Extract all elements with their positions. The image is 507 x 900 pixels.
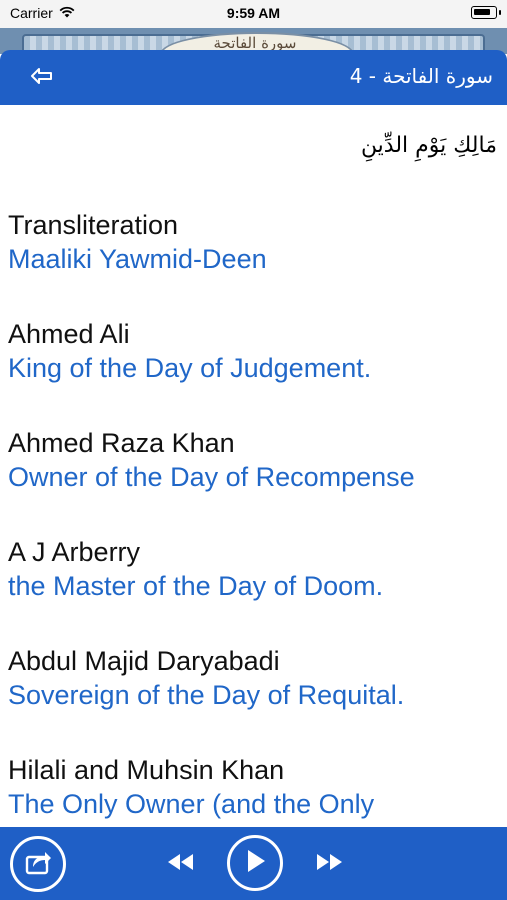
translation-text: Sovereign of the Day of Requital. xyxy=(8,680,405,710)
fast-forward-icon xyxy=(315,852,345,876)
translation-text: the Master of the Day of Doom. xyxy=(8,571,384,601)
translation-author: A J Arberry xyxy=(8,537,141,567)
translation-item: Transliteration Maaliki Yawmid-Deen xyxy=(8,209,503,318)
status-time: 9:59 AM xyxy=(226,5,281,21)
share-icon xyxy=(23,847,53,881)
nav-bar: سورة الفاتحة - 4 xyxy=(0,50,507,105)
translation-list: Transliteration Maaliki Yawmid-Deen Ahme… xyxy=(8,209,503,827)
translation-item: Ahmed Ali King of the Day of Judgement. xyxy=(8,318,503,427)
battery-fill xyxy=(474,9,490,15)
back-button[interactable] xyxy=(22,64,62,92)
translation-item: Hilali and Muhsin Khan The Only Owner (a… xyxy=(8,754,503,827)
translation-author: Hilali and Muhsin Khan xyxy=(8,755,285,785)
fast-forward-button[interactable] xyxy=(310,849,350,879)
translation-item: Abdul Majid Daryabadi Sovereign of the D… xyxy=(8,645,503,754)
translation-text: King of the Day of Judgement. xyxy=(8,353,372,383)
battery-icon xyxy=(471,6,501,19)
back-arrow-icon xyxy=(30,67,54,89)
translation-author: Transliteration xyxy=(8,210,179,240)
rewind-button[interactable] xyxy=(160,849,200,879)
play-button[interactable] xyxy=(227,835,283,891)
arabic-verse: مَالِكِ يَوْمِ الدِّينِ xyxy=(360,133,497,158)
translation-item: Ahmed Raza Khan Owner of the Day of Reco… xyxy=(8,427,503,536)
page-title: سورة الفاتحة - 4 xyxy=(349,64,493,88)
share-button[interactable] xyxy=(10,836,66,892)
translation-text: Maaliki Yawmid-Deen xyxy=(8,244,267,274)
translation-author: Ahmed Raza Khan xyxy=(8,428,235,458)
translation-text: The Only Owner (and the Only xyxy=(8,789,375,819)
status-bar: Carrier 9:59 AM xyxy=(0,0,507,28)
translation-text: Owner of the Day of Recompense xyxy=(8,462,415,492)
translation-item: A J Arberry the Master of the Day of Doo… xyxy=(8,536,503,645)
play-icon xyxy=(243,848,267,878)
translation-author: Abdul Majid Daryabadi xyxy=(8,646,280,676)
translation-author: Ahmed Ali xyxy=(8,319,130,349)
audio-player-bar xyxy=(0,827,507,900)
rewind-icon xyxy=(165,852,195,876)
verse-content[interactable]: مَالِكِ يَوْمِ الدِّينِ Transliteration … xyxy=(0,105,507,827)
